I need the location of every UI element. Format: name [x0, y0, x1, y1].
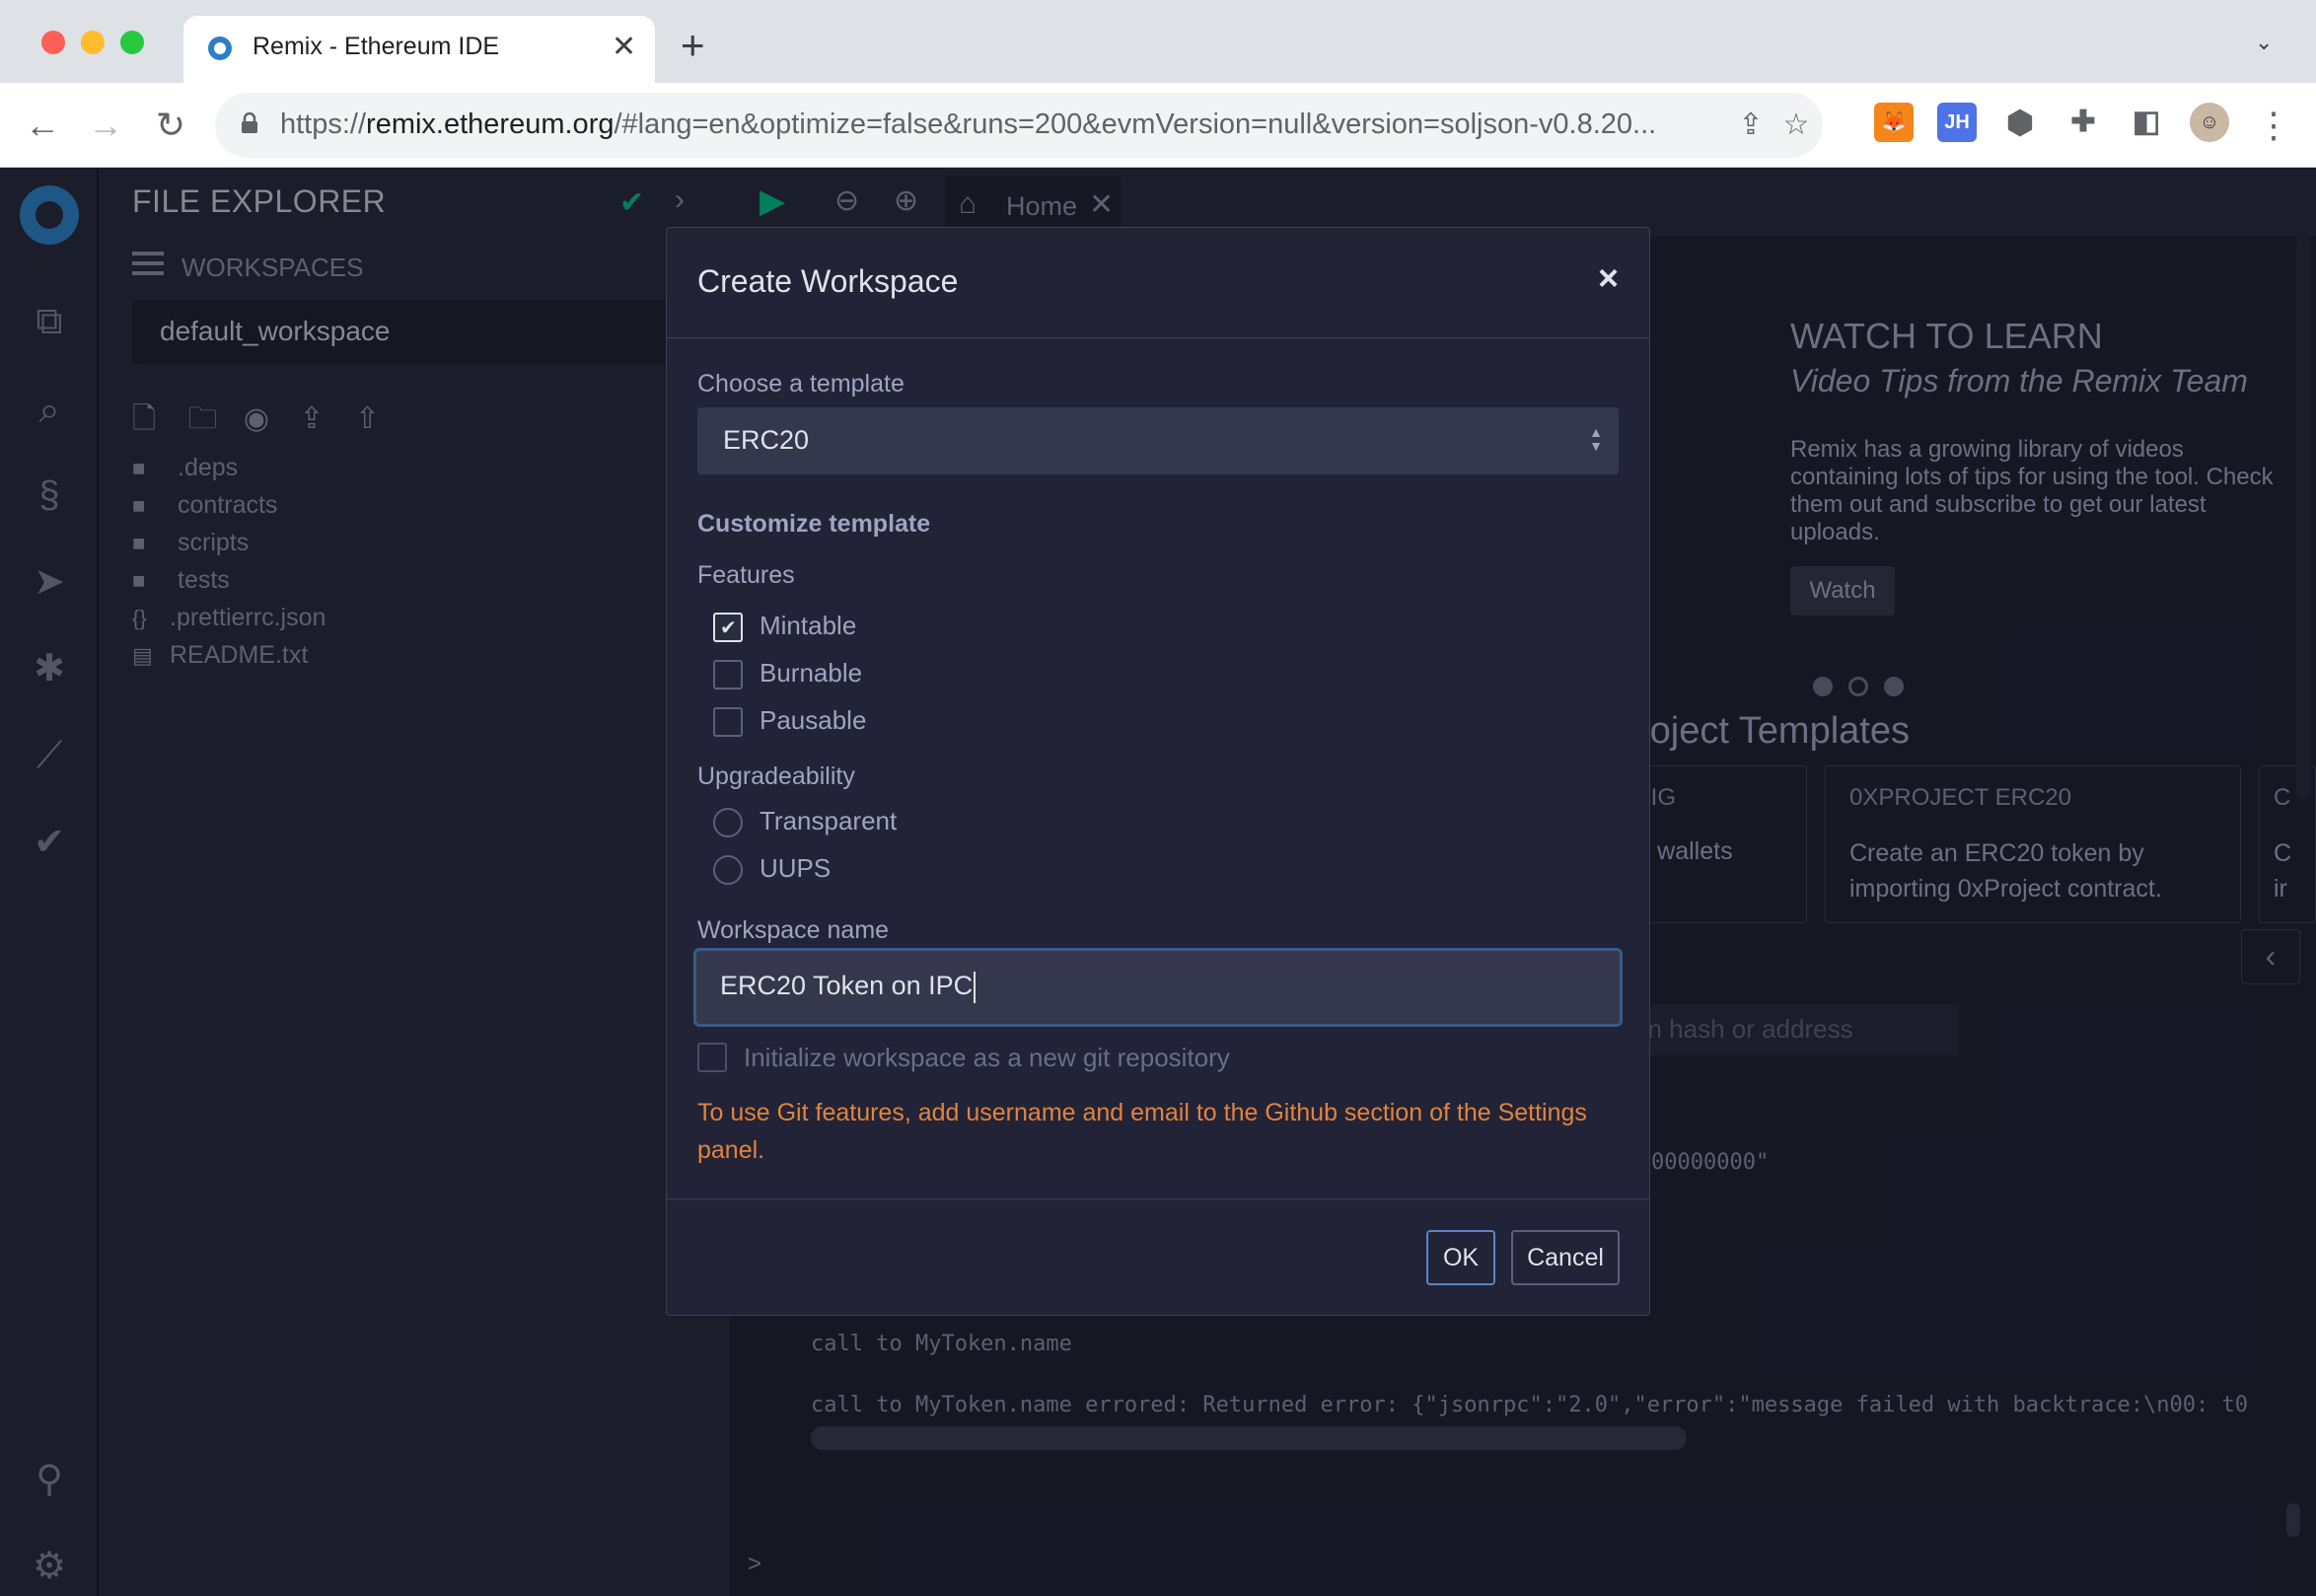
- git-warning-text: To use Git features, add username and em…: [697, 1099, 1587, 1164]
- ok-button[interactable]: OK: [1426, 1230, 1495, 1285]
- template-label: Choose a template: [697, 370, 905, 398]
- cancel-button[interactable]: Cancel: [1511, 1230, 1620, 1285]
- reload-button[interactable]: ↻: [148, 103, 193, 148]
- uups-radio[interactable]: [713, 855, 743, 885]
- transparent-radio[interactable]: [713, 808, 743, 837]
- minimize-window-button[interactable]: [81, 31, 105, 54]
- browser-tab[interactable]: Remix - Ethereum IDE ✕: [183, 16, 655, 83]
- transparent-label: Transparent: [760, 806, 898, 835]
- customize-template-label: Customize template: [697, 510, 931, 538]
- maximize-window-button[interactable]: [120, 31, 144, 54]
- pausable-label: Pausable: [760, 705, 867, 735]
- url-text: https://remix.ethereum.org/#lang=en&opti…: [280, 109, 1657, 140]
- git-init-label: Initialize workspace as a new git reposi…: [744, 1043, 1230, 1072]
- text-caret: [974, 971, 977, 1003]
- upgradeability-label: Upgradeability: [697, 762, 855, 790]
- metamask-icon[interactable]: 🦊: [1874, 103, 1914, 142]
- browser-menu-icon[interactable]: ⋮: [2251, 103, 2296, 148]
- close-window-button[interactable]: [41, 31, 65, 54]
- modal-close-button[interactable]: ×: [1598, 257, 1619, 299]
- workspace-name-input[interactable]: ERC20 Token on IPC: [693, 948, 1623, 1027]
- jh-extension-icon[interactable]: JH: [1937, 103, 1977, 142]
- share-icon[interactable]: ⇪: [1734, 109, 1768, 142]
- modal-title: Create Workspace: [697, 263, 959, 299]
- back-button[interactable]: ←: [20, 103, 65, 148]
- address-bar[interactable]: https://remix.ethereum.org/#lang=en&opti…: [215, 93, 1823, 158]
- lock-icon: [242, 112, 257, 133]
- tab-title: Remix - Ethereum IDE: [253, 33, 500, 60]
- puzzle-extensions-icon[interactable]: ✚: [2063, 103, 2103, 142]
- uups-label: UUPS: [760, 853, 832, 883]
- browser-toolbar: ← → ↻ https://remix.ethereum.org/#lang=e…: [0, 83, 2316, 168]
- tab-search-chevron-icon[interactable]: ⌄: [2255, 30, 2273, 55]
- remix-favicon-icon: [208, 36, 232, 60]
- modal-footer-divider: [667, 1198, 1649, 1199]
- select-arrows-icon: ▲ ▼: [1589, 424, 1603, 454]
- cube-icon[interactable]: ⬢: [2000, 103, 2040, 142]
- pausable-checkbox[interactable]: [713, 707, 743, 737]
- forward-button[interactable]: →: [83, 103, 128, 148]
- tab-close-icon[interactable]: ✕: [612, 30, 636, 65]
- features-label: Features: [697, 561, 795, 589]
- burnable-label: Burnable: [760, 658, 863, 688]
- bookmark-star-icon[interactable]: ☆: [1779, 109, 1813, 142]
- git-init-checkbox[interactable]: [697, 1043, 727, 1072]
- new-tab-button[interactable]: +: [681, 24, 705, 67]
- browser-tab-bar: Remix - Ethereum IDE ✕ + ⌄: [0, 0, 2316, 83]
- burnable-checkbox[interactable]: [713, 660, 743, 689]
- side-panel-icon[interactable]: ◧: [2127, 103, 2166, 142]
- workspace-name-value: ERC20 Token on IPC: [720, 971, 974, 1000]
- mintable-checkbox[interactable]: [713, 613, 743, 642]
- template-select-value: ERC20: [723, 425, 810, 455]
- template-select[interactable]: ERC20 ▲ ▼: [697, 407, 1619, 474]
- workspace-name-label: Workspace name: [697, 916, 890, 944]
- mintable-label: Mintable: [760, 611, 857, 640]
- profile-avatar[interactable]: ☺: [2190, 103, 2229, 142]
- modal-header: Create Workspace ×: [667, 228, 1649, 338]
- create-workspace-modal: Create Workspace × Choose a template ERC…: [666, 227, 1650, 1316]
